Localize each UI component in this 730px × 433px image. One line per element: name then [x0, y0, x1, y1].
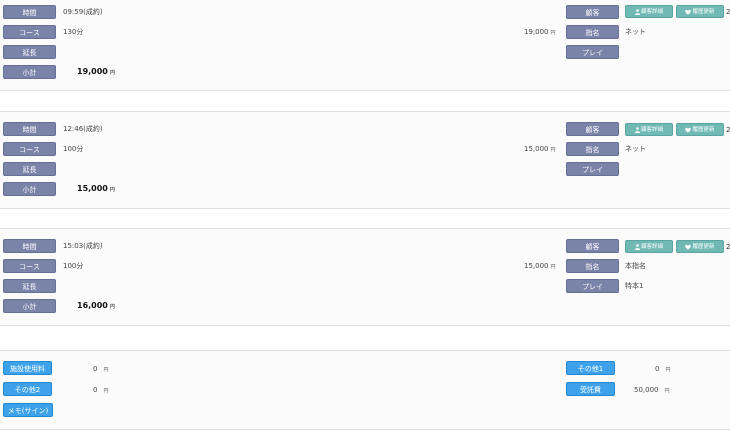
summary-panel: 施設使用料 0円 その他2 0円 メモ(サイン) その他1 0円 受託費 50,…: [0, 350, 730, 430]
currency-unit: 円: [109, 304, 115, 310]
time-value: 12:46(成約): [63, 125, 103, 133]
other1-value: 0円: [655, 364, 670, 375]
extension-label: 延長: [3, 279, 56, 293]
play-label: プレイ: [566, 279, 619, 293]
edge-text: 2: [726, 126, 730, 134]
person-icon: [634, 243, 640, 250]
person-icon: [634, 8, 640, 15]
heart-icon: [685, 127, 692, 133]
subtotal-amount: 16,000: [77, 301, 108, 310]
customer-detail-button[interactable]: 顧客詳細: [625, 123, 673, 136]
subtotal-amount: 15,000: [77, 184, 108, 193]
customer-detail-label: 顧客詳細: [640, 9, 663, 15]
history-update-label: 履歴更新: [692, 9, 715, 15]
currency-unit: 円: [550, 147, 556, 153]
course-value: 130分: [63, 28, 84, 36]
subtotal-amount: 19,000: [77, 67, 108, 76]
currency-unit: 円: [109, 70, 115, 76]
customer-label: 顧客: [566, 122, 619, 136]
extension-label: 延長: [3, 45, 56, 59]
edge-text: 2: [726, 8, 730, 16]
course-label: コース: [3, 259, 56, 273]
history-update-label: 履歴更新: [692, 127, 715, 133]
nomination-label: 指名: [566, 25, 619, 39]
subtotal-value: 16,000 円: [77, 301, 115, 312]
subtotal-label: 小計: [3, 299, 56, 313]
subtotal-value: 15,000 円: [77, 184, 115, 195]
nomination-value: ネット: [625, 28, 646, 36]
course-label: コース: [3, 25, 56, 39]
other2-label: その他2: [3, 382, 52, 396]
history-update-button[interactable]: 履歴更新: [676, 240, 724, 253]
currency-unit: 円: [665, 367, 671, 373]
history-update-label: 履歴更新: [692, 244, 715, 250]
currency-unit: 円: [103, 388, 109, 394]
subtotal-value: 19,000 円: [77, 67, 115, 78]
course-price-amount: 15,000: [524, 262, 549, 270]
person-icon: [634, 126, 640, 133]
record-panel-1: 時間 09:59(成約) コース 130分 19,000 円 延長 小計 19,0…: [0, 0, 730, 91]
customer-detail-label: 顧客詳細: [640, 244, 663, 250]
currency-unit: 円: [550, 30, 556, 36]
heart-icon: [685, 9, 692, 15]
course-price: 19,000 円: [524, 27, 556, 38]
customer-label: 顧客: [566, 239, 619, 253]
edge-text: 2: [726, 243, 730, 251]
time-label: 時間: [3, 122, 56, 136]
course-label: コース: [3, 142, 56, 156]
heart-icon: [685, 244, 692, 250]
course-price-amount: 19,000: [524, 28, 549, 36]
currency-unit: 円: [103, 367, 109, 373]
other1-amount: 0: [655, 365, 660, 373]
course-price: 15,000 円: [524, 144, 556, 155]
customer-label: 顧客: [566, 5, 619, 19]
currency-unit: 円: [550, 264, 556, 270]
course-price: 15,000 円: [524, 261, 556, 272]
course-price-amount: 15,000: [524, 145, 549, 153]
time-label: 時間: [3, 5, 56, 19]
history-update-button[interactable]: 履歴更新: [676, 5, 724, 18]
course-value: 100分: [63, 145, 84, 153]
memo-sign-label[interactable]: メモ(サイン): [3, 403, 53, 417]
facility-fee-amount: 0: [93, 365, 98, 373]
deposit-value: 50,000 円: [634, 385, 670, 396]
time-value: 15:03(成約): [63, 242, 103, 250]
record-panel-2: 時間 12:46(成約) コース 100分 15,000 円 延長 小計 15,0…: [0, 111, 730, 209]
other2-amount: 0: [93, 386, 98, 394]
customer-detail-button[interactable]: 顧客詳細: [625, 240, 673, 253]
course-value: 100分: [63, 262, 84, 270]
play-label: プレイ: [566, 45, 619, 59]
play-label: プレイ: [566, 162, 619, 176]
facility-fee-value: 0円: [93, 364, 108, 375]
deposit-amount: 50,000: [634, 386, 659, 394]
nomination-label: 指名: [566, 259, 619, 273]
facility-fee-label: 施設使用料: [3, 361, 52, 375]
time-label: 時間: [3, 239, 56, 253]
currency-unit: 円: [109, 187, 115, 193]
currency-unit: 円: [664, 388, 670, 394]
history-update-button[interactable]: 履歴更新: [676, 123, 724, 136]
extension-label: 延長: [3, 162, 56, 176]
nomination-label: 指名: [566, 142, 619, 156]
subtotal-label: 小計: [3, 182, 56, 196]
nomination-value: ネット: [625, 145, 646, 153]
customer-detail-label: 顧客詳細: [640, 127, 663, 133]
other1-label: その他1: [566, 361, 615, 375]
time-value: 09:59(成約): [63, 8, 103, 16]
deposit-label: 受託費: [566, 382, 615, 396]
other2-value: 0円: [93, 385, 108, 396]
customer-detail-button[interactable]: 顧客詳細: [625, 5, 673, 18]
subtotal-label: 小計: [3, 65, 56, 79]
play-value: 特本1: [625, 282, 644, 290]
nomination-value: 本指名: [625, 262, 646, 270]
record-panel-3: 時間 15:03(成約) コース 100分 15,000 円 延長 小計 16,0…: [0, 228, 730, 326]
